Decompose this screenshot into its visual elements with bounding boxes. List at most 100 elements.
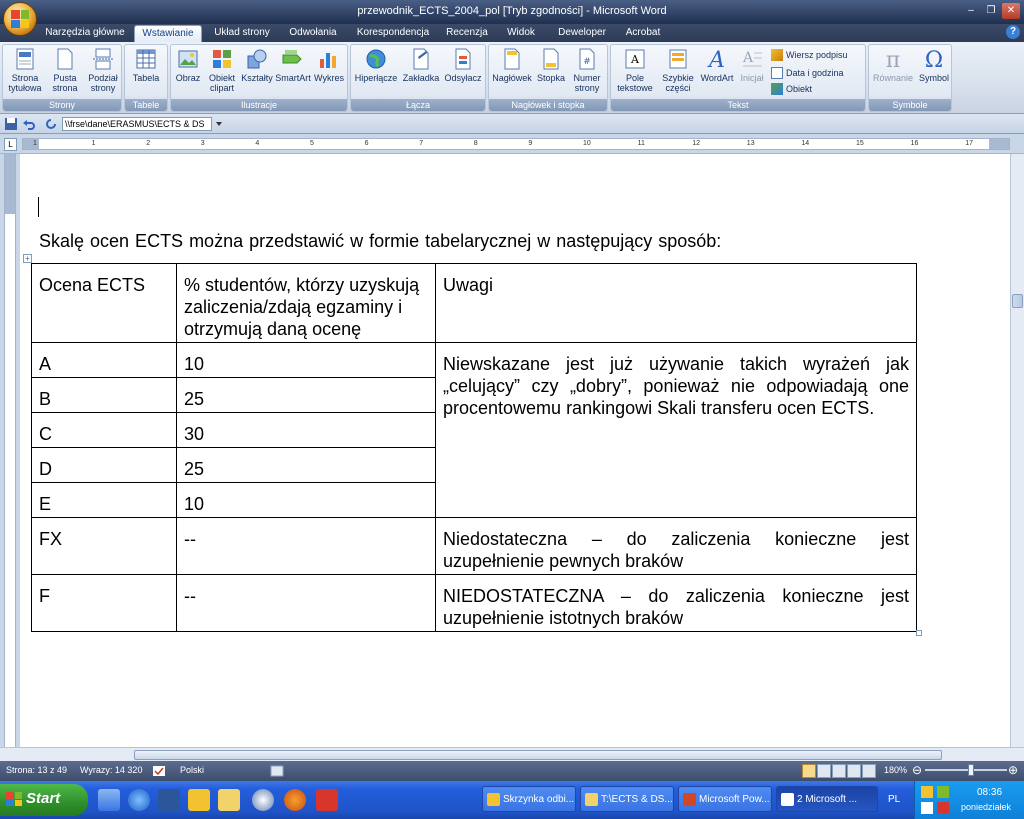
- redo-icon[interactable]: [44, 117, 58, 131]
- office-button[interactable]: [3, 2, 37, 36]
- start-button[interactable]: Start: [0, 784, 88, 816]
- restore-button[interactable]: ❐: [982, 3, 1000, 19]
- cover-page-label: Strona tytułowa: [8, 73, 42, 93]
- text-box-button[interactable]: A Pole tekstowe: [613, 47, 657, 93]
- tab-review[interactable]: Recenzja: [442, 25, 492, 42]
- system-tray: 08:36 poniedziałek: [914, 781, 1024, 819]
- macro-record-icon[interactable]: [270, 765, 284, 777]
- page-number-button[interactable]: # Numer strony: [569, 47, 605, 93]
- draft-view-icon[interactable]: [862, 764, 876, 778]
- quick-parts-button[interactable]: Szybkie części: [659, 47, 697, 93]
- tab-mailings[interactable]: Korespondencja: [350, 25, 436, 42]
- group-symbols-label: Symbole: [869, 99, 951, 111]
- header-button[interactable]: Nagłówek: [491, 47, 533, 83]
- group-illustrations-label: Ilustracje: [171, 99, 347, 111]
- tray-security-icon[interactable]: [937, 802, 949, 814]
- undo-icon[interactable]: [22, 117, 36, 131]
- horizontal-scroll-thumb[interactable]: [134, 750, 942, 760]
- zoom-slider-knob[interactable]: [968, 764, 974, 776]
- footer-button[interactable]: Stopka: [535, 47, 567, 83]
- tab-insert[interactable]: Wstawianie: [134, 25, 202, 42]
- group-links-label: Łącza: [351, 99, 485, 111]
- zoom-slider[interactable]: [925, 769, 1007, 771]
- task-powerpoint[interactable]: Microsoft Pow...: [678, 786, 772, 812]
- table-resize-handle[interactable]: [916, 630, 922, 636]
- drop-cap-label: Inicjał: [740, 73, 764, 83]
- chart-button[interactable]: Wykres: [313, 47, 345, 83]
- internet-explorer-icon[interactable]: [128, 789, 150, 811]
- tray-network-icon[interactable]: [921, 802, 933, 814]
- page-break-button[interactable]: Podział strony: [85, 47, 121, 93]
- tab-view[interactable]: Widok: [498, 25, 544, 42]
- acrobat-icon[interactable]: [316, 789, 338, 811]
- bookmark-button[interactable]: Zakładka: [401, 47, 441, 83]
- page-indicator[interactable]: Strona: 13 z 49: [6, 765, 67, 775]
- minimize-button[interactable]: –: [962, 3, 980, 19]
- task-inbox[interactable]: Skrzynka odbi...: [482, 786, 576, 812]
- full-screen-view-icon[interactable]: [817, 764, 831, 778]
- vertical-ruler-track[interactable]: [4, 154, 16, 747]
- document-page[interactable]: Skalę ocen ECTS można przedstawić w form…: [20, 154, 1010, 747]
- zoom-level[interactable]: 180%: [884, 765, 907, 775]
- date-time-button[interactable]: Data i godzina: [771, 67, 844, 79]
- tab-home[interactable]: Narzędzia główne: [40, 25, 130, 42]
- tray-mail-icon[interactable]: [921, 786, 933, 798]
- zoom-out-icon[interactable]: ⊖: [912, 763, 922, 777]
- horizontal-scrollbar[interactable]: [0, 747, 1024, 761]
- symbol-button[interactable]: Ω Symbol: [917, 47, 951, 83]
- spelling-check-icon[interactable]: [152, 765, 166, 777]
- task-word-group[interactable]: 2 Microsoft ...: [776, 786, 878, 812]
- print-layout-view-icon[interactable]: [802, 764, 816, 778]
- clipart-button[interactable]: Obiekt clipart: [205, 47, 239, 93]
- show-desktop-icon[interactable]: [98, 789, 120, 811]
- firefox-icon[interactable]: [284, 789, 306, 811]
- picture-button[interactable]: Obraz: [173, 47, 203, 83]
- svg-text:π: π: [886, 48, 900, 71]
- cross-reference-button[interactable]: Odsyłacz: [443, 47, 483, 83]
- object-button[interactable]: Obiekt: [771, 83, 812, 95]
- hyperlink-button[interactable]: Hiperłącze: [353, 47, 399, 83]
- save-icon[interactable]: [4, 117, 18, 131]
- table-button[interactable]: Tabela: [127, 47, 165, 83]
- word-icon[interactable]: [158, 789, 180, 811]
- outlook-icon[interactable]: [188, 789, 210, 811]
- web-layout-view-icon[interactable]: [832, 764, 846, 778]
- word-count[interactable]: Wyrazy: 14 320: [80, 765, 142, 775]
- vertical-ruler: [0, 154, 20, 747]
- media-player-icon[interactable]: [252, 789, 274, 811]
- cross-reference-icon: [455, 48, 471, 70]
- tab-page-layout[interactable]: Układ strony: [206, 25, 278, 42]
- tray-app-icon[interactable]: [937, 786, 949, 798]
- help-icon[interactable]: ?: [1006, 25, 1020, 39]
- wordart-button[interactable]: A WordArt: [699, 47, 735, 83]
- shapes-button[interactable]: Kształty: [241, 47, 273, 83]
- input-language[interactable]: PL: [888, 794, 900, 805]
- tab-developer[interactable]: Deweloper: [550, 25, 614, 42]
- tab-acrobat[interactable]: Acrobat: [620, 25, 666, 42]
- cover-page-button[interactable]: Strona tytułowa: [5, 47, 45, 93]
- close-button[interactable]: ✕: [1002, 3, 1020, 19]
- address-field[interactable]: \\frse\dane\ERASMUS\ECTS & DS: [62, 117, 212, 131]
- tab-references[interactable]: Odwołania: [282, 25, 344, 42]
- folder-icon[interactable]: [218, 789, 240, 811]
- clock-time[interactable]: 08:36: [977, 787, 1002, 798]
- blank-page-label: Pusta strona: [52, 73, 78, 93]
- smartart-button[interactable]: SmartArt: [275, 47, 311, 83]
- vertical-scroll-thumb[interactable]: [1012, 294, 1023, 308]
- vertical-scrollbar[interactable]: [1010, 154, 1024, 747]
- language-indicator[interactable]: Polski: [180, 765, 204, 775]
- chevron-down-icon[interactable]: [214, 119, 224, 129]
- zoom-in-icon[interactable]: ⊕: [1008, 763, 1018, 777]
- svg-text:A: A: [707, 48, 725, 71]
- tab-selector[interactable]: L: [4, 138, 17, 151]
- blank-page-button[interactable]: Pusta strona: [49, 47, 81, 93]
- drop-cap-button[interactable]: A Inicjał: [737, 47, 767, 83]
- clipart-icon: [213, 50, 231, 68]
- table-move-handle[interactable]: +: [23, 254, 32, 263]
- signature-line-button[interactable]: Wiersz podpisu: [771, 49, 848, 61]
- outline-view-icon[interactable]: [847, 764, 861, 778]
- ruler-number: 12: [692, 140, 700, 147]
- equation-button[interactable]: π Równanie: [871, 47, 915, 83]
- ruler-track[interactable]: 1 1 2 3 4 5 6 7 8 9 10 11 12 13 14 15 16 17: [22, 138, 1010, 150]
- task-explorer[interactable]: T:\ECTS & DS...: [580, 786, 674, 812]
